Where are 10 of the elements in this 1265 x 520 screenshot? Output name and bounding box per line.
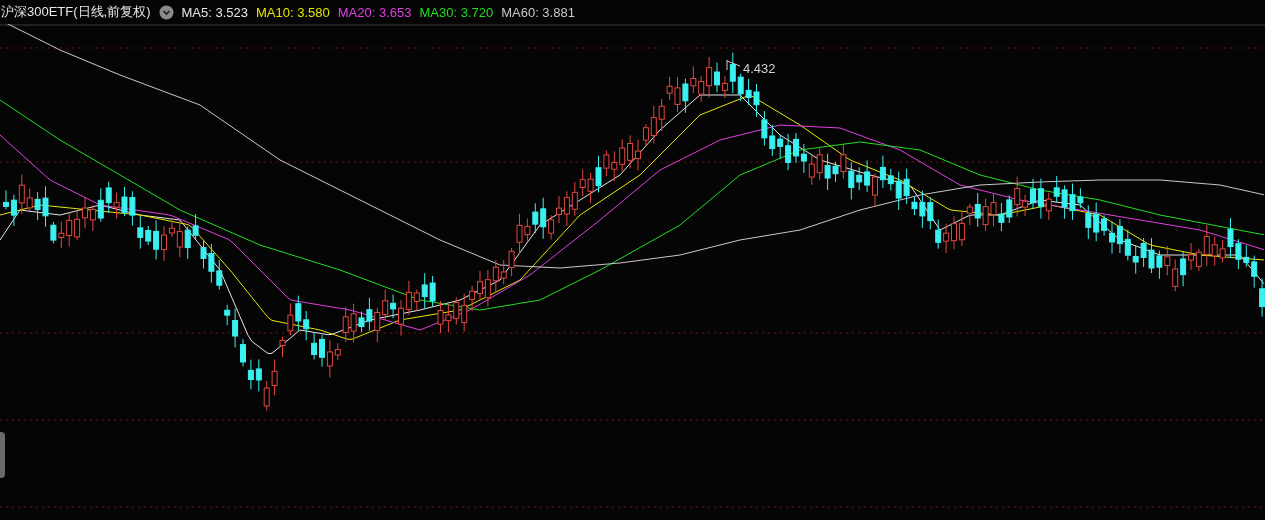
moving-average-value: MA5: 3.523 (181, 4, 248, 20)
chart-title: 沪深300ETF(日线,前复权) (1, 3, 151, 21)
dropdown-icon[interactable] (158, 4, 174, 20)
moving-average-value: MA10: 3.580 (256, 4, 330, 20)
peak-price-label: 4.432 (743, 61, 776, 76)
side-handle[interactable] (0, 432, 5, 478)
moving-average-value: MA30: 3.720 (419, 4, 494, 20)
moving-average-value: MA60: 3.881 (501, 4, 575, 20)
moving-average-value: MA20: 3.653 (337, 4, 412, 20)
peak-pointer-icon (726, 59, 741, 71)
